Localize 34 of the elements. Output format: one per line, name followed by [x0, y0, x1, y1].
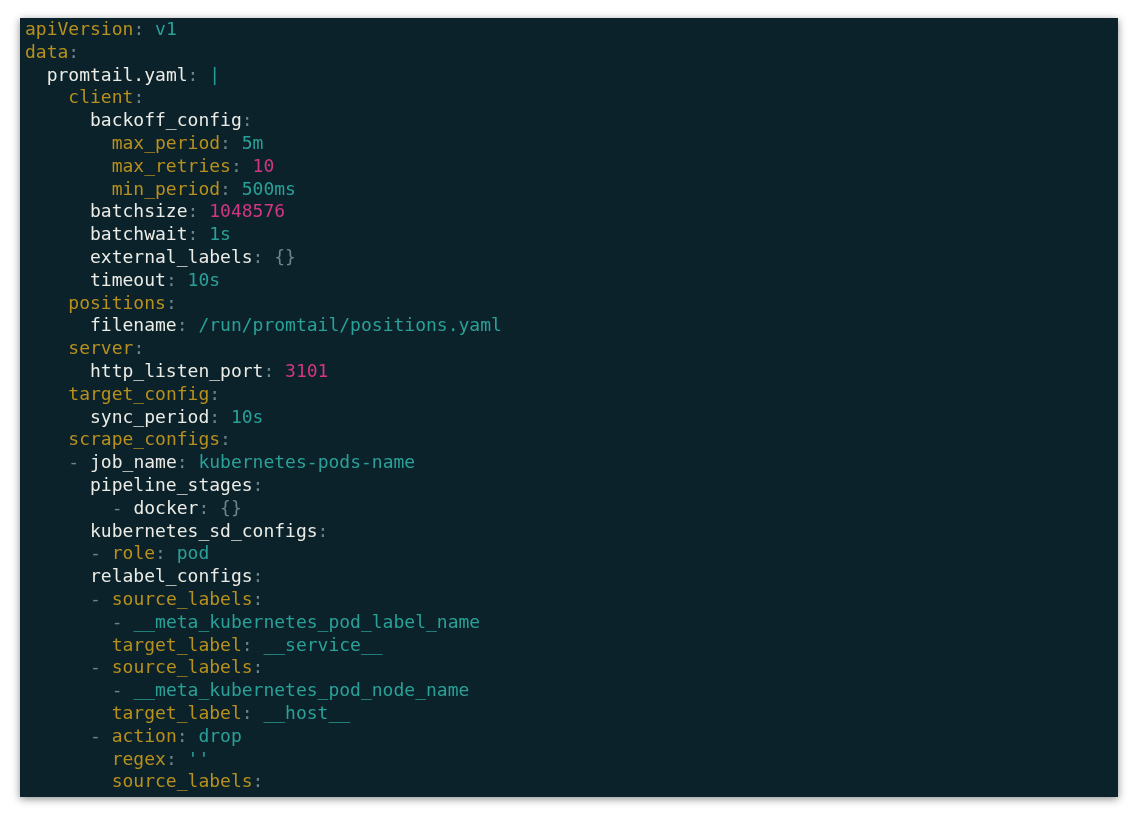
code-line: - __meta_kubernetes_pod_node_name	[111, 679, 470, 702]
code-line: server:	[68, 337, 145, 360]
code-line: - role: pod	[90, 542, 210, 566]
code-line: scrape_configs:	[68, 428, 231, 452]
code-line: source_labels:	[111, 770, 264, 794]
code-line: data:	[25, 40, 80, 64]
code-line: external_labels: {}	[90, 245, 296, 269]
code-line: max_retries: 10	[111, 154, 275, 178]
code-line: relabel_configs:	[90, 565, 264, 588]
code-line: regex: ''	[111, 747, 210, 771]
code-line: batchwait: 1s	[90, 223, 231, 246]
code-line: target_label: __host__	[111, 701, 351, 725]
code-line: - source_labels:	[90, 656, 264, 680]
code-line: pipeline_stages:	[90, 473, 264, 497]
code-line: timeout: 10s	[90, 268, 221, 292]
code-line: - source_labels:	[90, 587, 264, 611]
code-line: - docker: {}	[111, 496, 242, 520]
code-line: positions:	[68, 291, 177, 315]
code-line: backoff_config:	[90, 109, 253, 132]
code-line: - __meta_kubernetes_pod_label_name	[111, 610, 481, 634]
code-line: batchsize: 1048576	[90, 200, 286, 224]
code-line: target_config:	[68, 382, 221, 406]
code-line: kubernetes_sd_configs:	[90, 519, 329, 543]
code-line: max_period: 5m	[111, 132, 264, 155]
code-line: apiVersion: v1	[25, 18, 177, 41]
code-line: promtail.yaml: |	[46, 63, 221, 87]
code-line: client:	[68, 86, 145, 110]
code-line: sync_period: 10s	[90, 405, 264, 429]
code-line: target_label: __service__	[111, 633, 383, 657]
code-line: - action: drop	[90, 724, 242, 748]
code-line: http_listen_port: 3101	[90, 359, 329, 383]
code-line: - job_name: kubernetes-pods-name	[68, 451, 416, 474]
code-line: min_period: 500ms	[111, 177, 296, 201]
code-line: filename: /run/promtail/positions.yaml	[90, 314, 502, 338]
